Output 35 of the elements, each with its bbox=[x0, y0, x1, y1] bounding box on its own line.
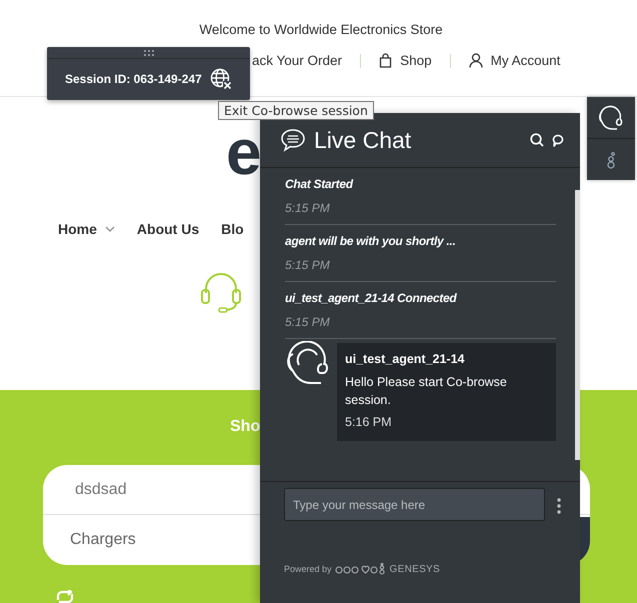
section-heading: Sho bbox=[230, 418, 260, 436]
chat-title: Live Chat bbox=[314, 126, 412, 154]
header-link[interactable]: My Account bbox=[468, 53, 560, 68]
header-link[interactable]: Shop bbox=[379, 53, 432, 68]
message-time: 5:15 PM bbox=[285, 315, 331, 329]
chat-bubble-icon bbox=[280, 128, 306, 152]
brand-name: GENESYS bbox=[390, 564, 440, 574]
speech-bubble-icon[interactable] bbox=[552, 134, 564, 146]
globe-close-icon[interactable] bbox=[210, 68, 232, 90]
message-input[interactable]: Type your message here bbox=[284, 488, 545, 521]
agent-name: ui_test_agent_21-14 bbox=[345, 352, 466, 366]
menu-item[interactable]: About Us bbox=[136, 221, 200, 237]
brand-mark-drawing bbox=[334, 563, 387, 575]
system-message: agent will be with you shortly ... bbox=[285, 234, 456, 248]
menu-item[interactable]: Blo bbox=[221, 221, 244, 237]
shopping-bag-icon bbox=[379, 53, 392, 68]
menu-item[interactable]: Home bbox=[58, 221, 115, 237]
more-options-icon[interactable] bbox=[557, 498, 561, 514]
search-icon[interactable] bbox=[530, 133, 544, 147]
scrollbar[interactable] bbox=[575, 190, 580, 460]
message-time: 5:15 PM bbox=[285, 258, 331, 272]
tooltip: Exit Co-browse session bbox=[218, 101, 374, 120]
welcome-text: Welcome to Worldwide Electronics Store bbox=[198, 21, 444, 37]
system-message: ui_test_agent_21-14 Connected bbox=[285, 291, 458, 305]
message-time: 5:15 PM bbox=[285, 201, 331, 215]
category-select[interactable]: Chargers bbox=[70, 531, 136, 549]
genesys-mark-icon[interactable] bbox=[606, 150, 616, 168]
header-link[interactable]: ack Your Order bbox=[252, 53, 342, 68]
session-id: Session ID: 063-149-247 bbox=[65, 72, 202, 86]
message-text: Hello Please start Co-browse session. bbox=[345, 374, 508, 409]
drag-handle-icon[interactable] bbox=[144, 50, 154, 56]
system-message: Chat Started bbox=[285, 177, 354, 191]
message-time: 5:16 PM bbox=[345, 415, 393, 429]
powered-by-text: Powered by bbox=[284, 564, 332, 574]
user-icon bbox=[468, 53, 483, 68]
